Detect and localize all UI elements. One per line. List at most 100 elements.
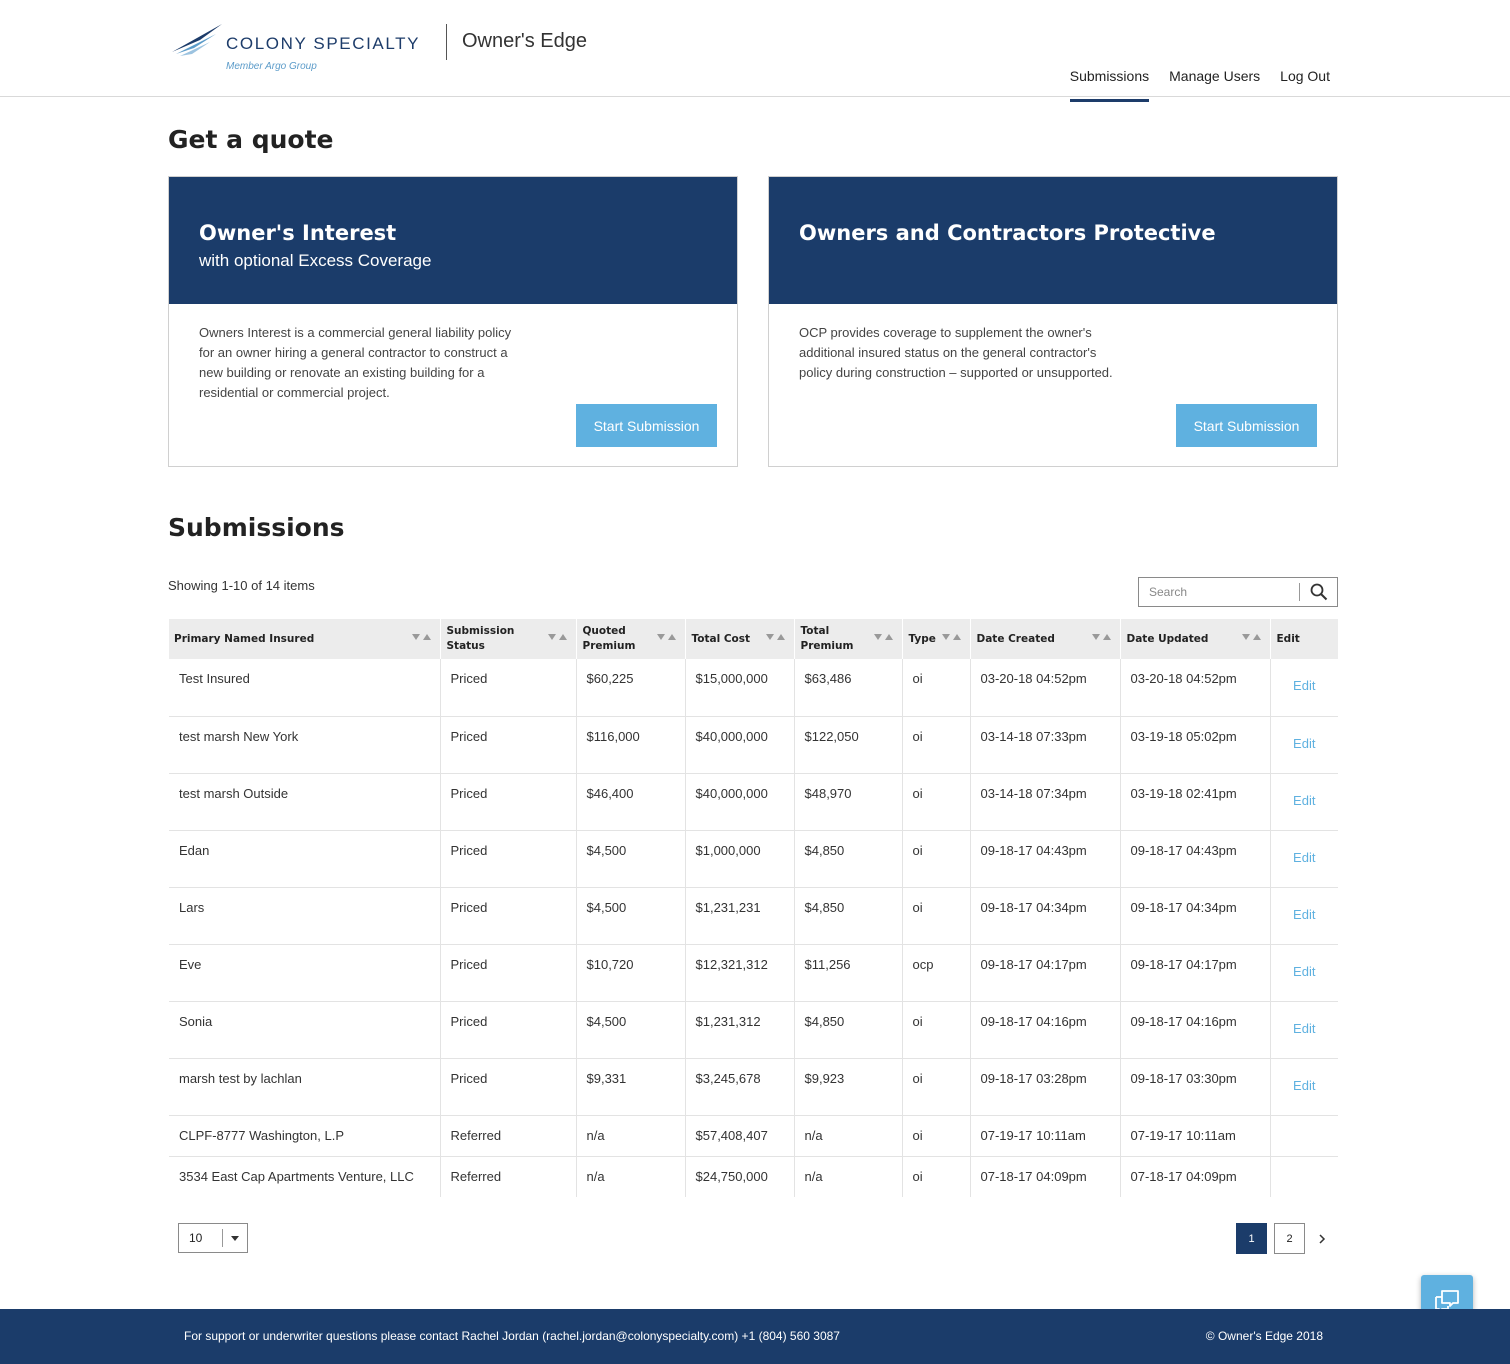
cell-date-created: 07-19-17 10:11am [970,1115,1121,1157]
search-input[interactable] [1139,578,1299,606]
cell-type: oi [902,716,971,774]
edit-link[interactable]: Edit [1293,850,1315,865]
col-date-updated[interactable]: Date Updated [1120,619,1271,659]
col-total-premium[interactable]: Total Premium [794,619,903,659]
cell-insured: Sonia [169,1001,441,1059]
col-edit: Edit [1270,619,1339,659]
table-row: Lars Priced $4,500 $1,231,231 $4,850 oi 09-18-… [169,887,1338,945]
sort-arrows-icon[interactable] [547,632,568,642]
nav-log-out[interactable]: Log Out [1280,68,1330,94]
brand-logo[interactable]: COLONY SPECIALTY Member Argo Group [170,20,440,76]
quote-card-owners-interest: Owner's Interest with optional Excess Co… [168,176,738,467]
sort-arrows-icon[interactable] [411,632,432,642]
cell-total-premium: $9,923 [794,1058,903,1116]
column-label: Date Updated [1126,632,1209,645]
cell-date-created: 07-18-17 04:09pm [970,1156,1121,1197]
page-button-1[interactable]: 1 [1236,1223,1267,1254]
next-page-button[interactable] [1312,1223,1332,1254]
card-header: Owner's Interest with optional Excess Co… [169,177,737,304]
start-submission-button[interactable]: Start Submission [1176,404,1317,447]
site-header: COLONY SPECIALTY Member Argo Group Owner… [0,0,1510,102]
edit-link[interactable]: Edit [1293,736,1315,751]
cell-edit: Edit [1270,830,1338,888]
column-label: Type [908,632,936,645]
column-label: Total Premium [800,625,854,652]
cell-edit: Edit [1270,944,1338,1002]
sort-arrows-icon[interactable] [1091,632,1112,642]
cell-total-cost: $57,408,407 [685,1115,795,1157]
cell-quoted-premium: $4,500 [576,887,686,945]
sort-arrows-icon[interactable] [765,632,786,642]
search-icon [1310,583,1328,601]
table-row: Test Insured Priced $60,225 $15,000,000 $63,… [169,659,1338,717]
cell-date-updated: 09-18-17 04:16pm [1120,1001,1271,1059]
site-footer: For support or underwriter questions ple… [0,1309,1510,1364]
page-size-select[interactable]: 10 [178,1223,248,1253]
sort-arrows-icon[interactable] [1241,632,1262,642]
cell-total-premium: n/a [794,1115,903,1157]
cell-total-premium: $122,050 [794,716,903,774]
edit-link[interactable]: Edit [1293,678,1315,693]
edit-link[interactable]: Edit [1293,907,1315,922]
search-button[interactable] [1301,578,1337,606]
cell-insured: Eve [169,944,441,1002]
support-text: For support or underwriter questions ple… [184,1329,840,1343]
table-row: Sonia Priced $4,500 $1,231,312 $4,850 oi 09-18… [169,1001,1338,1059]
cell-type: oi [902,1115,971,1157]
table-row: Edan Priced $4,500 $1,000,000 $4,850 oi 09-18-… [169,830,1338,888]
cell-status: Priced [440,944,577,1002]
col-submission-status[interactable]: Submission Status [440,619,577,659]
cell-date-updated: 09-18-17 04:43pm [1120,830,1271,888]
cell-total-cost: $3,245,678 [685,1058,795,1116]
cell-status: Priced [440,1058,577,1116]
edit-link[interactable]: Edit [1293,1078,1315,1093]
cell-total-cost: $1,231,312 [685,1001,795,1059]
nav-submissions[interactable]: Submissions [1069,68,1150,102]
cell-insured: CLPF-8777 Washington, L.P [169,1115,441,1157]
cell-date-created: 09-18-17 04:43pm [970,830,1121,888]
cell-edit: Edit [1270,1001,1338,1059]
nav-manage-users[interactable]: Manage Users [1169,68,1260,94]
col-date-created[interactable]: Date Created [970,619,1121,659]
cell-edit: Edit [1270,716,1338,774]
card-subtitle: with optional Excess Coverage [199,251,432,270]
cell-status: Priced [440,887,577,945]
col-total-cost[interactable]: Total Cost [685,619,795,659]
page-button-2[interactable]: 2 [1274,1223,1305,1254]
cell-total-cost: $40,000,000 [685,773,795,831]
select-divider [222,1229,223,1247]
cell-quoted-premium: $4,500 [576,830,686,888]
table-row: CLPF-8777 Washington, L.P Referred n/a $57,… [169,1115,1338,1157]
col-type[interactable]: Type [902,619,971,659]
cell-date-created: 09-18-17 04:16pm [970,1001,1121,1059]
sort-arrows-icon[interactable] [873,632,894,642]
product-name: Owner's Edge [462,30,587,52]
cell-insured: Edan [169,830,441,888]
cell-total-cost: $15,000,000 [685,659,795,717]
caret-down-icon [231,1236,239,1241]
edit-link[interactable]: Edit [1293,793,1315,808]
submissions-table: Primary Named Insured Submission Status … [169,619,1339,1197]
cell-date-updated: 07-19-17 10:11am [1120,1115,1271,1157]
cell-insured: Lars [169,887,441,945]
cell-type: oi [902,1001,971,1059]
cell-total-cost: $40,000,000 [685,716,795,774]
chevron-right-icon [1319,1233,1326,1244]
cell-date-updated: 07-18-17 04:09pm [1120,1156,1271,1197]
cell-status: Priced [440,830,577,888]
table-row: marsh test by lachlan Priced $9,331 $3,245,… [169,1058,1338,1116]
sort-arrows-icon[interactable] [656,632,677,642]
cell-status: Referred [440,1156,577,1197]
cell-total-premium: $48,970 [794,773,903,831]
col-quoted-premium[interactable]: Quoted Premium [576,619,686,659]
cell-edit: Edit [1270,1058,1338,1116]
cell-date-created: 09-18-17 03:28pm [970,1058,1121,1116]
start-submission-button[interactable]: Start Submission [576,404,717,447]
cell-insured: test marsh New York [169,716,441,774]
sort-arrows-icon[interactable] [941,632,962,642]
cell-edit: Edit [1270,887,1338,945]
col-primary-named-insured[interactable]: Primary Named Insured [169,619,441,659]
cell-status: Priced [440,716,577,774]
edit-link[interactable]: Edit [1293,964,1315,979]
edit-link[interactable]: Edit [1293,1021,1315,1036]
